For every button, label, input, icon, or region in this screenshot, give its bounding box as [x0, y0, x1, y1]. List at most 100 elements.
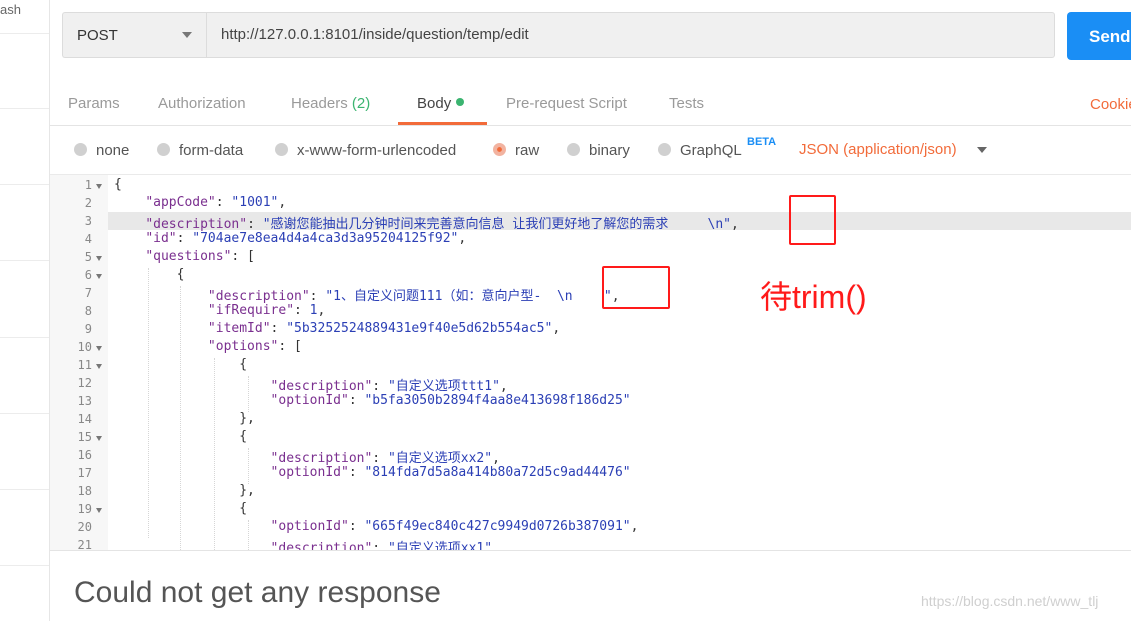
sidebar-row[interactable]	[0, 489, 49, 490]
radio-selected-icon	[493, 143, 506, 156]
sidebar-row[interactable]	[0, 337, 49, 338]
tab-headers[interactable]: Headers (2)	[291, 95, 370, 112]
code-line[interactable]: "questions": [	[114, 249, 255, 264]
chevron-down-icon	[182, 32, 192, 38]
radio-raw-label: raw	[515, 142, 540, 159]
radio-binary[interactable]: binary	[567, 142, 630, 159]
code-line[interactable]: {	[114, 267, 185, 282]
tab-params[interactable]: Params	[68, 95, 120, 112]
tab-authorization[interactable]: Authorization	[158, 95, 246, 112]
fold-chevron-icon[interactable]	[96, 436, 102, 441]
code-line[interactable]: "description": "自定义选项xx1"	[114, 537, 493, 551]
sidebar-row[interactable]	[0, 108, 49, 109]
radio-none[interactable]: none	[74, 142, 129, 159]
code-line[interactable]: "options": [	[114, 339, 302, 354]
status-dot-icon	[456, 98, 465, 106]
beta-badge: BETA	[747, 136, 777, 148]
fold-chevron-icon[interactable]	[96, 364, 102, 369]
code-line[interactable]: "description": "自定义选项ttt1",	[114, 375, 508, 394]
line-number: 14	[77, 412, 92, 426]
line-number: 18	[77, 484, 92, 498]
url-input[interactable]	[221, 26, 1021, 43]
code-line[interactable]: "description": "感谢您能抽出几分钟时间来完善意向信息 让我们更好…	[114, 213, 739, 232]
tab-body-label: Body	[417, 95, 452, 112]
headers-count-badge: (2)	[351, 95, 371, 112]
url-field[interactable]	[206, 12, 1055, 58]
send-button[interactable]: Send	[1067, 12, 1131, 60]
line-number: 16	[77, 448, 92, 462]
radio-graphql[interactable]: GraphQL	[658, 142, 742, 159]
tab-headers-label: Headers	[291, 95, 348, 112]
sidebar-row[interactable]	[0, 413, 49, 414]
line-number: 19	[77, 502, 92, 516]
annotation-text: 待trim()	[760, 279, 867, 315]
sidebar-row[interactable]	[0, 184, 49, 185]
fold-chevron-icon[interactable]	[96, 256, 102, 261]
response-message: Could not get any response	[74, 576, 441, 609]
indent-guide	[248, 448, 249, 484]
radio-binary-label: binary	[589, 142, 630, 159]
code-line[interactable]: "optionId": "814fda7d5a8a414b80a72d5c9ad…	[114, 465, 631, 480]
cookies-link[interactable]: Cookies	[1090, 96, 1131, 113]
line-number: 12	[77, 376, 92, 390]
sidebar-row[interactable]	[0, 260, 49, 261]
line-number: 9	[84, 322, 92, 336]
fold-chevron-icon[interactable]	[96, 508, 102, 513]
radio-icon	[567, 143, 580, 156]
line-number: 15	[77, 430, 92, 444]
code-line[interactable]: "description": "自定义选项xx2",	[114, 447, 500, 466]
line-number: 5	[84, 250, 92, 264]
fold-chevron-icon[interactable]	[96, 274, 102, 279]
line-number: 7	[84, 286, 92, 300]
annotation-box	[602, 266, 670, 309]
tab-body[interactable]: Body	[417, 95, 465, 112]
indent-guide	[248, 376, 249, 412]
code-line[interactable]: "ifRequire": 1,	[114, 303, 325, 318]
radio-form-data-label: form-data	[179, 142, 244, 159]
line-number: 10	[77, 340, 92, 354]
code-line[interactable]: },	[114, 483, 255, 498]
radio-urlencoded[interactable]: x-www-form-urlencoded	[275, 142, 456, 159]
tabs-divider	[50, 125, 1131, 126]
response-divider	[50, 550, 1131, 551]
radio-none-label: none	[96, 142, 130, 159]
radio-urlencoded-label: x-www-form-urlencoded	[297, 142, 457, 159]
sidebar-row[interactable]	[0, 565, 49, 566]
tab-tests[interactable]: Tests	[669, 95, 704, 112]
radio-form-data[interactable]: form-data	[157, 142, 243, 159]
indent-guide	[180, 286, 181, 551]
sidebar-row[interactable]	[0, 33, 49, 34]
code-line[interactable]: },	[114, 411, 255, 426]
radio-icon	[74, 143, 87, 156]
line-number: 3	[84, 214, 92, 228]
line-number: 11	[77, 358, 92, 372]
line-number-gutter: 1 2 3 4 5 6 7 8 9 10 11 12 13 14 15 16 17 18 19 20 21	[50, 175, 108, 551]
radio-graphql-label: GraphQL	[680, 142, 742, 159]
line-number: 4	[84, 232, 92, 246]
content-type-select[interactable]: JSON (application/json)	[799, 141, 957, 158]
line-number: 1	[84, 178, 92, 192]
line-number: 17	[77, 466, 92, 480]
code-line[interactable]: "appCode": "1001",	[114, 195, 286, 210]
radio-icon	[275, 143, 288, 156]
code-line[interactable]: "id": "704ae7e8ea4d4a4ca3d3a95204125f92"…	[114, 231, 466, 246]
code-line[interactable]: "optionId": "b5fa3050b2894f4aa8e413698f1…	[114, 393, 631, 408]
code-editor[interactable]: 1 2 3 4 5 6 7 8 9 10 11 12 13 14 15 16 17 18 19 20 21 { "app…	[50, 174, 1131, 551]
line-number: 8	[84, 304, 92, 318]
code-line[interactable]: {	[114, 177, 122, 192]
sidebar: ash	[0, 0, 50, 621]
indent-guide	[148, 268, 149, 538]
tab-prerequest-script[interactable]: Pre-request Script	[506, 95, 627, 112]
chevron-down-icon[interactable]	[977, 147, 987, 153]
fold-chevron-icon[interactable]	[96, 184, 102, 189]
fold-chevron-icon[interactable]	[96, 346, 102, 351]
line-number: 6	[84, 268, 92, 282]
line-number: 13	[77, 394, 92, 408]
code-line[interactable]: "description": "1、自定义问题111（如：意向户型- \n ",	[114, 285, 620, 304]
radio-raw[interactable]: raw	[493, 142, 539, 159]
method-select[interactable]: POST	[62, 12, 206, 58]
indent-guide	[214, 358, 215, 551]
indent-guide	[248, 520, 249, 551]
method-label: POST	[77, 27, 118, 44]
code-line[interactable]: "optionId": "665f49ec840c427c9949d0726b3…	[114, 519, 639, 534]
